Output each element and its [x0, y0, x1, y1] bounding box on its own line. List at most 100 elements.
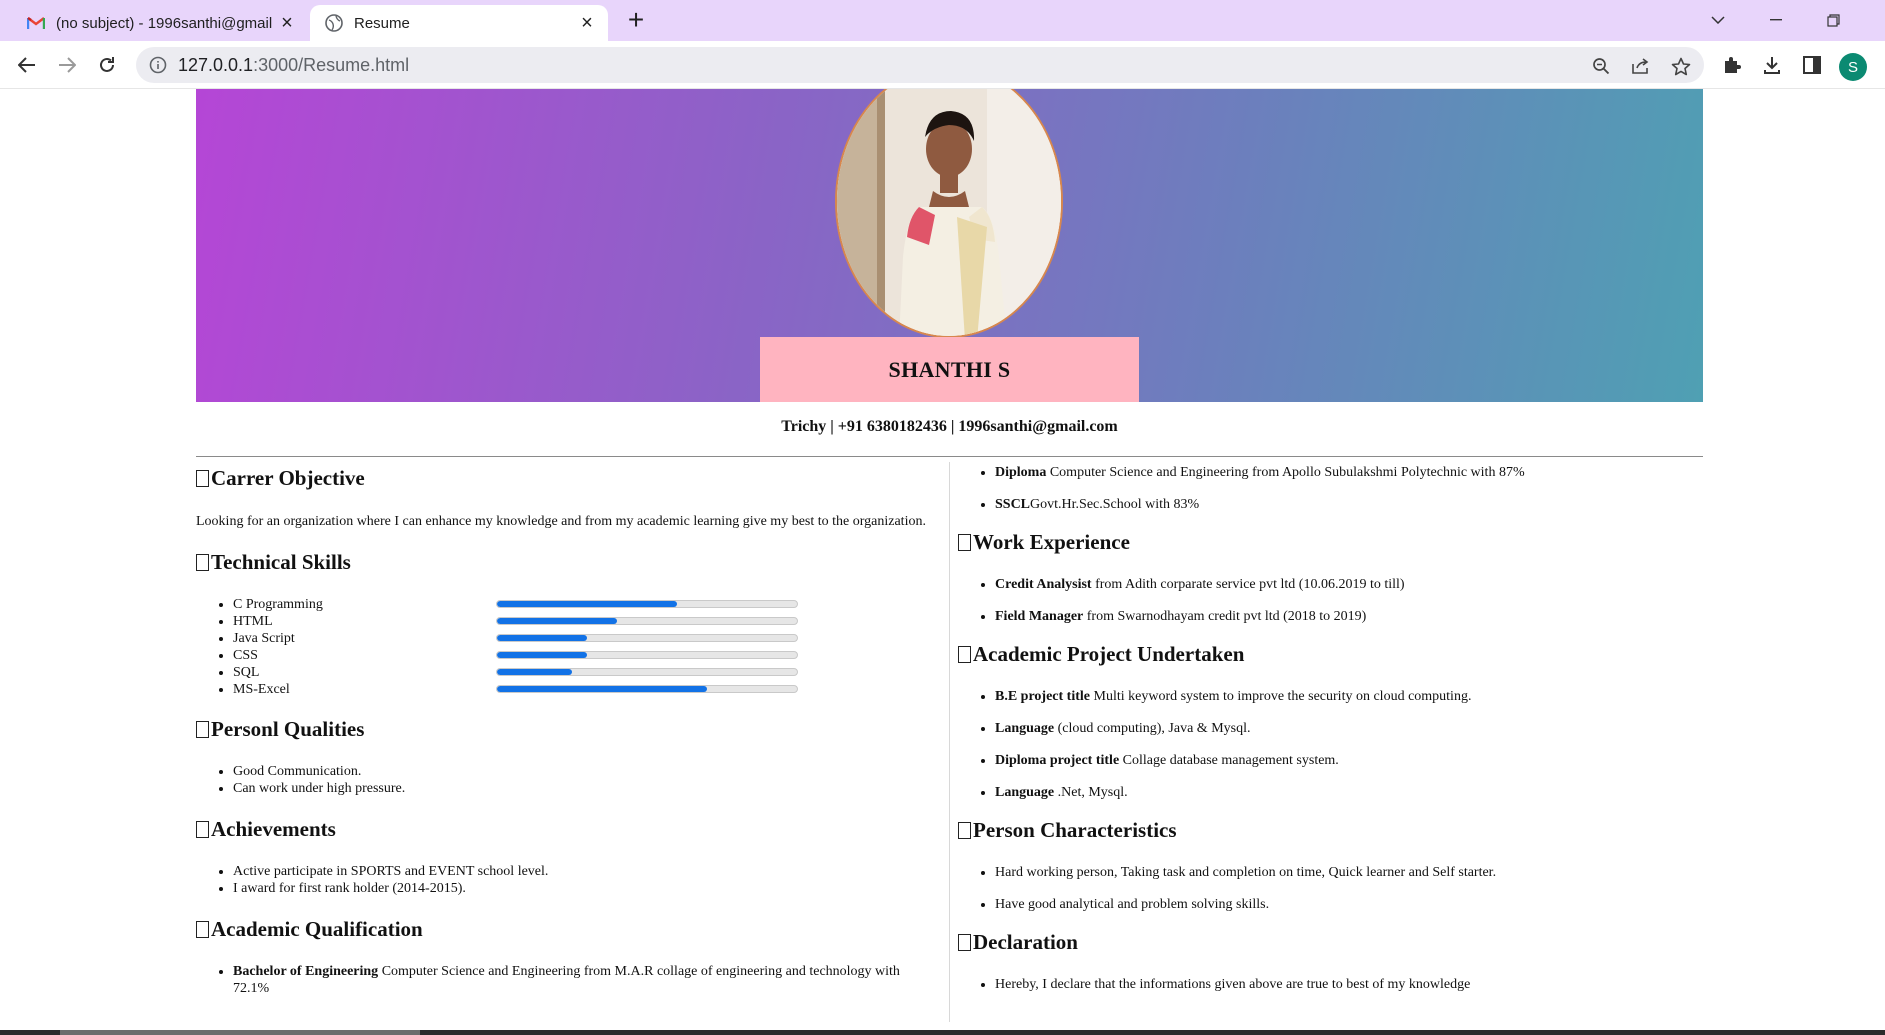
item-text: Govt.Hr.Sec.School with 83% — [1030, 497, 1200, 512]
achievements-list: Active participate in SPORTS and EVENT s… — [196, 863, 936, 897]
item-label: Credit Analysist — [995, 577, 1092, 592]
header-banner: SHANTHI S — [196, 89, 1703, 402]
side-panel-icon[interactable] — [1800, 53, 1824, 77]
url-host: 127.0.0.1 — [178, 55, 254, 75]
tab-search-chevron-down-icon[interactable] — [1693, 0, 1743, 40]
section-heading: Academic Project Undertaken — [958, 640, 1703, 668]
section-heading: Person Characteristics — [958, 816, 1703, 844]
item-label: Language — [995, 721, 1055, 736]
skills-list: C Programming HTML Java Script CSS SQL M… — [196, 596, 936, 698]
close-icon[interactable]: × — [276, 12, 298, 34]
browser-toolbar: 127.0.0.1:3000/Resume.html S — [0, 41, 1885, 89]
section-heading: Technical Skills — [196, 548, 936, 576]
tab-strip: (no subject) - 1996santhi@gmail × Resume… — [0, 0, 1885, 41]
candidate-name: SHANTHI S — [760, 337, 1139, 402]
skill-progress-fill — [497, 601, 677, 607]
close-window-icon[interactable] — [1860, 0, 1885, 40]
restore-icon[interactable] — [1808, 0, 1858, 40]
section-heading: Declaration — [958, 928, 1703, 956]
heading-text: Achievements — [211, 816, 336, 841]
skill-name: CSS — [233, 648, 258, 663]
skill-progress-fill — [497, 652, 587, 658]
skill-name: Java Script — [233, 631, 295, 646]
heading-text: Person Characteristics — [973, 817, 1177, 842]
zoom-icon[interactable] — [1590, 55, 1612, 77]
skill-progress-bar — [496, 600, 798, 608]
list-item: Language (cloud computing), Java & Mysql… — [995, 720, 1703, 737]
list-item: Credit Analysist from Adith corparate se… — [995, 576, 1703, 593]
close-icon[interactable]: × — [576, 12, 598, 34]
page-viewport: SHANTHI S Trichy | +91 6380182436 | 1996… — [0, 89, 1885, 1030]
back-arrow-icon[interactable] — [11, 49, 43, 81]
missing-glyph-icon — [958, 534, 971, 551]
list-item: SSCLGovt.Hr.Sec.School with 83% — [995, 496, 1703, 513]
skill-progress-bar — [496, 668, 798, 676]
item-text: Computer Science and Engineering from Ap… — [1046, 465, 1525, 480]
skill-item: MS-Excel — [233, 681, 936, 698]
section-objective: Carrer Objective Looking for an organiza… — [196, 464, 936, 530]
list-item: Hereby, I declare that the informations … — [995, 976, 1703, 993]
skill-progress-bar — [496, 651, 798, 659]
profile-avatar[interactable]: S — [1839, 53, 1867, 81]
forward-arrow-icon[interactable] — [51, 49, 83, 81]
list-item: Hard working person, Taking task and com… — [995, 864, 1703, 881]
item-label: Diploma project title — [995, 753, 1120, 768]
missing-glyph-icon — [196, 554, 209, 571]
item-text: (cloud computing), Java & Mysql. — [1054, 721, 1251, 736]
download-icon[interactable] — [1760, 53, 1784, 77]
section-academic-project: Academic Project Undertaken B.E project … — [958, 640, 1703, 801]
skill-progress-fill — [497, 635, 587, 641]
qualities-list: Good Communication. Can work under high … — [196, 763, 936, 797]
heading-text: Work Experience — [973, 529, 1130, 554]
item-label: Field Manager — [995, 609, 1084, 624]
skill-progress-bar — [496, 634, 798, 642]
tab-title: Resume — [354, 14, 410, 32]
minimize-icon[interactable] — [1751, 0, 1801, 40]
tab-title: (no subject) - 1996santhi@gmail — [56, 14, 273, 32]
skill-item: SQL — [233, 664, 936, 681]
tab-gmail[interactable]: (no subject) - 1996santhi@gmail × — [12, 5, 308, 41]
section-achievements: Achievements Active participate in SPORT… — [196, 815, 936, 897]
share-icon[interactable] — [1630, 55, 1652, 77]
extensions-puzzle-icon[interactable] — [1720, 53, 1744, 77]
skill-progress-fill — [497, 618, 617, 624]
new-tab-button[interactable]: + — [622, 6, 650, 35]
skill-name: MS-Excel — [233, 682, 290, 697]
horizontal-scrollbar[interactable] — [0, 1030, 1885, 1035]
heading-text: Declaration — [973, 929, 1078, 954]
heading-text: Personl Qualities — [211, 716, 365, 741]
bookmark-star-icon[interactable] — [1670, 55, 1692, 77]
characteristics-list: Hard working person, Taking task and com… — [958, 864, 1703, 913]
item-text: Multi keyword system to improve the secu… — [1090, 689, 1472, 704]
list-item: Field Manager from Swarnodhayam credit p… — [995, 608, 1703, 625]
list-item: Can work under high pressure. — [233, 780, 936, 797]
section-declaration: Declaration Hereby, I declare that the i… — [958, 928, 1703, 993]
missing-glyph-icon — [196, 821, 209, 838]
section-academic-qualification: Academic Qualification Bachelor of Engin… — [196, 915, 936, 997]
contact-line: Trichy | +91 6380182436 | 1996santhi@gma… — [781, 418, 1118, 435]
skill-item: C Programming — [233, 596, 936, 613]
list-item: Good Communication. — [233, 763, 936, 780]
item-label: Language — [995, 785, 1055, 800]
gmail-icon — [26, 13, 46, 33]
missing-glyph-icon — [958, 934, 971, 951]
address-bar[interactable]: 127.0.0.1:3000/Resume.html — [136, 47, 1704, 83]
section-person-characteristics: Person Characteristics Hard working pers… — [958, 816, 1703, 913]
site-info-icon[interactable] — [148, 55, 168, 75]
heading-text: Technical Skills — [211, 549, 351, 574]
skill-progress-fill — [497, 686, 707, 692]
section-work-experience: Work Experience Credit Analysist from Ad… — [958, 528, 1703, 625]
scrollbar-thumb[interactable] — [60, 1030, 420, 1035]
list-item: I award for first rank holder (2014-2015… — [233, 880, 936, 897]
right-column: Diploma Computer Science and Engineering… — [958, 462, 1703, 1008]
tab-resume[interactable]: Resume × — [310, 5, 608, 41]
reload-icon[interactable] — [91, 49, 123, 81]
left-column: Carrer Objective Looking for an organiza… — [196, 464, 936, 1012]
item-label: B.E project title — [995, 689, 1090, 704]
missing-glyph-icon — [958, 822, 971, 839]
resume-page: SHANTHI S Trichy | +91 6380182436 | 1996… — [196, 89, 1703, 1030]
skill-item: Java Script — [233, 630, 936, 647]
list-item: Have good analytical and problem solving… — [995, 896, 1703, 913]
skill-name: HTML — [233, 614, 273, 629]
item-label: Diploma — [995, 465, 1047, 480]
